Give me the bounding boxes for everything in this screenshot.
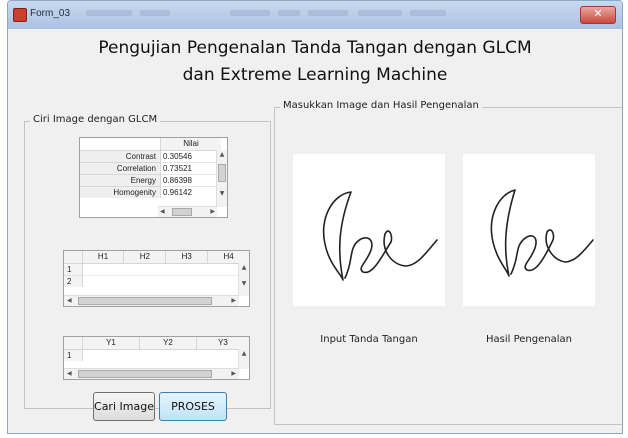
h-column-header: H2: [123, 251, 167, 264]
close-button[interactable]: ✕: [580, 6, 616, 24]
signature-drawing: [322, 191, 438, 281]
proses-button[interactable]: PROSES: [159, 392, 227, 421]
y-table-vertical-scrollbar[interactable]: ▲: [238, 349, 249, 369]
form-title-line-2: dan Extreme Learning Machine: [182, 65, 448, 85]
signature-drawing: [490, 189, 594, 277]
glcm-feature-table[interactable]: Nilai Contrast 0.30546 Correlation 0.735…: [79, 137, 228, 218]
scroll-up-arrow-icon[interactable]: ▲: [239, 264, 249, 271]
scroll-thumb[interactable]: [78, 370, 212, 378]
cari-image-button[interactable]: Cari Image: [93, 392, 155, 421]
h-table-vertical-scrollbar[interactable]: ▲ ▼: [238, 263, 249, 296]
table-row[interactable]: [83, 349, 250, 361]
h-column-header: H4: [207, 251, 249, 264]
y-table-horizontal-scrollbar[interactable]: ◀ ▶: [64, 368, 239, 379]
scroll-down-arrow-icon[interactable]: ▼: [239, 280, 249, 287]
scroll-up-arrow-icon[interactable]: ▲: [239, 350, 249, 357]
title-bar[interactable]: Form_03 ✕: [8, 1, 622, 29]
feature-value-homogenity[interactable]: 0.96142: [161, 186, 222, 198]
y-column-header: Y1: [82, 337, 140, 350]
blurred-titlebar-text: [230, 10, 270, 16]
glcm-features-panel: Ciri Image dengan GLCM Nilai Contrast 0.…: [24, 114, 271, 421]
scroll-left-arrow-icon[interactable]: ◀: [67, 297, 72, 304]
image-result-panel: Masukkan Image dan Hasil Pengenalan Inpu…: [274, 100, 622, 425]
blurred-titlebar-text: [308, 10, 348, 16]
row-number: 2: [64, 275, 83, 287]
feature-value-energy[interactable]: 0.86398: [160, 174, 221, 187]
input-image-caption: Input Tanda Tangan: [320, 334, 418, 345]
feature-table-horizontal-scrollbar[interactable]: ◀ ▶: [158, 206, 217, 217]
blurred-titlebar-text: [140, 10, 170, 16]
result-signature-image: [463, 154, 595, 306]
scroll-right-arrow-icon[interactable]: ▶: [210, 208, 215, 215]
scroll-right-arrow-icon[interactable]: ▶: [231, 297, 236, 304]
feature-grid: Nilai Contrast 0.30546 Correlation 0.735…: [80, 138, 221, 198]
h-table-horizontal-scrollbar[interactable]: ◀ ▶: [64, 295, 239, 306]
blurred-titlebar-text: [86, 10, 132, 16]
h-column-header: H1: [82, 251, 125, 264]
row-number: 1: [64, 349, 83, 361]
feature-label-correlation: Correlation: [80, 162, 161, 175]
corner-cell: [64, 337, 83, 350]
image-panel-legend: Masukkan Image dan Hasil Pengenalan: [280, 100, 482, 111]
scroll-thumb[interactable]: [78, 297, 212, 305]
window-title: Form_03: [30, 8, 71, 19]
corner-cell: [80, 138, 161, 151]
glcm-panel-legend: Ciri Image dengan GLCM: [30, 114, 161, 125]
scroll-left-arrow-icon[interactable]: ◀: [160, 208, 165, 215]
result-image-caption: Hasil Pengenalan: [486, 334, 572, 345]
app-window: Form_03 ✕ Pengujian Pengenalan Tanda Tan…: [7, 0, 623, 434]
blurred-titlebar-text: [278, 10, 300, 16]
h-output-table[interactable]: H1 H2 H3 H4 1 2 ▲ ▼ ◀ ▶: [63, 250, 250, 307]
scroll-up-arrow-icon[interactable]: ▲: [217, 151, 227, 158]
app-icon: [13, 8, 27, 22]
corner-cell: [64, 251, 83, 264]
form-title-line-1: Pengujian Pengenalan Tanda Tangan dengan…: [98, 38, 532, 58]
table-row[interactable]: [82, 263, 249, 276]
y-grid: Y1 Y2 Y3 1: [64, 337, 249, 361]
feature-label-contrast: Contrast: [80, 150, 161, 163]
feature-label-energy: Energy: [80, 174, 161, 187]
h-column-header: H3: [165, 251, 209, 264]
blurred-titlebar-text: [358, 10, 402, 16]
feature-value-correlation[interactable]: 0.73521: [160, 162, 221, 175]
scroll-thumb[interactable]: [172, 208, 192, 216]
scroll-left-arrow-icon[interactable]: ◀: [67, 370, 72, 377]
y-column-header: Y3: [196, 337, 249, 350]
y-column-header: Y2: [139, 337, 197, 350]
feature-table-vertical-scrollbar[interactable]: ▲ ▼: [216, 150, 227, 207]
table-row[interactable]: [82, 275, 249, 287]
nilai-column-header: Nilai: [160, 138, 221, 151]
row-number: 1: [64, 263, 83, 276]
h-grid: H1 H2 H3 H4 1 2: [64, 251, 249, 287]
scroll-right-arrow-icon[interactable]: ▶: [231, 370, 236, 377]
feature-label-homogenity: Homogenity: [80, 186, 161, 198]
y-output-table[interactable]: Y1 Y2 Y3 1 ▲ ◀ ▶: [63, 336, 250, 380]
feature-value-contrast[interactable]: 0.30546: [160, 150, 221, 163]
input-signature-image: [293, 154, 445, 306]
scroll-down-arrow-icon[interactable]: ▼: [217, 190, 227, 197]
blurred-titlebar-text: [410, 10, 446, 16]
form-content: Pengujian Pengenalan Tanda Tangan dengan…: [8, 29, 622, 433]
scroll-thumb[interactable]: [218, 164, 226, 182]
